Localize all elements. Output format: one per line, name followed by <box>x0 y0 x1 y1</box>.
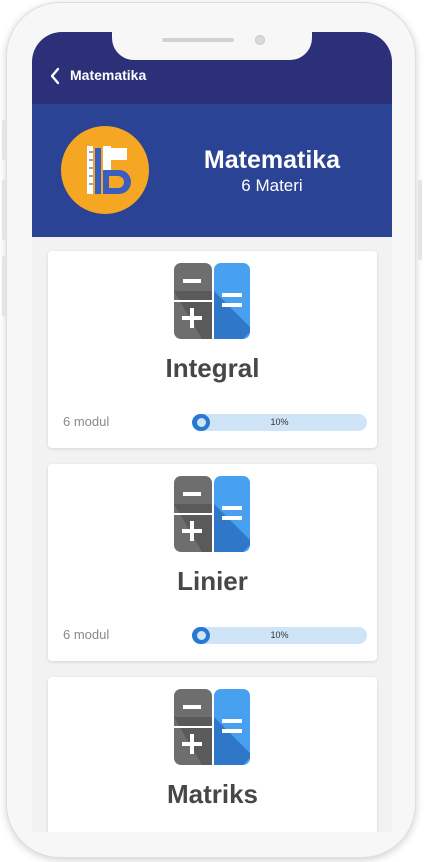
progress-label: 10% <box>270 417 289 427</box>
phone-side-button <box>2 120 6 160</box>
phone-side-button <box>2 256 6 316</box>
progress-label: 10% <box>270 630 289 640</box>
calculator-icon <box>172 474 252 554</box>
calculator-icon <box>172 687 252 767</box>
camera <box>255 35 265 45</box>
phone-side-button <box>418 180 422 260</box>
app-bar-title: Matematika <box>70 67 147 83</box>
material-title: Linier <box>177 566 248 596</box>
subject-count: 6 Materi <box>241 176 303 195</box>
phone-notch <box>112 32 312 60</box>
progress-bar: 10% <box>192 627 367 644</box>
material-card-matriks[interactable]: Matriks <box>48 677 377 832</box>
subject-header: Matematika 6 Materi <box>32 104 392 237</box>
module-count: 6 modul <box>63 627 110 642</box>
speaker <box>162 38 234 42</box>
material-title: Integral <box>165 353 260 383</box>
module-count: 6 modul <box>63 414 110 429</box>
material-card-integral[interactable]: Integral 6 modul 10% <box>48 251 377 448</box>
calculator-icon <box>172 261 252 341</box>
chevron-left-icon[interactable] <box>46 66 66 86</box>
subject-title: Matematika <box>203 146 341 174</box>
ruler-pencil-icon <box>61 126 149 214</box>
phone-side-button <box>2 180 6 240</box>
screen: Matematika Matematika 6 Materi Integral … <box>32 32 392 832</box>
material-title: Matriks <box>166 779 259 809</box>
material-card-linier[interactable]: Linier 6 modul 10% <box>48 464 377 661</box>
progress-bar: 10% <box>192 414 367 431</box>
